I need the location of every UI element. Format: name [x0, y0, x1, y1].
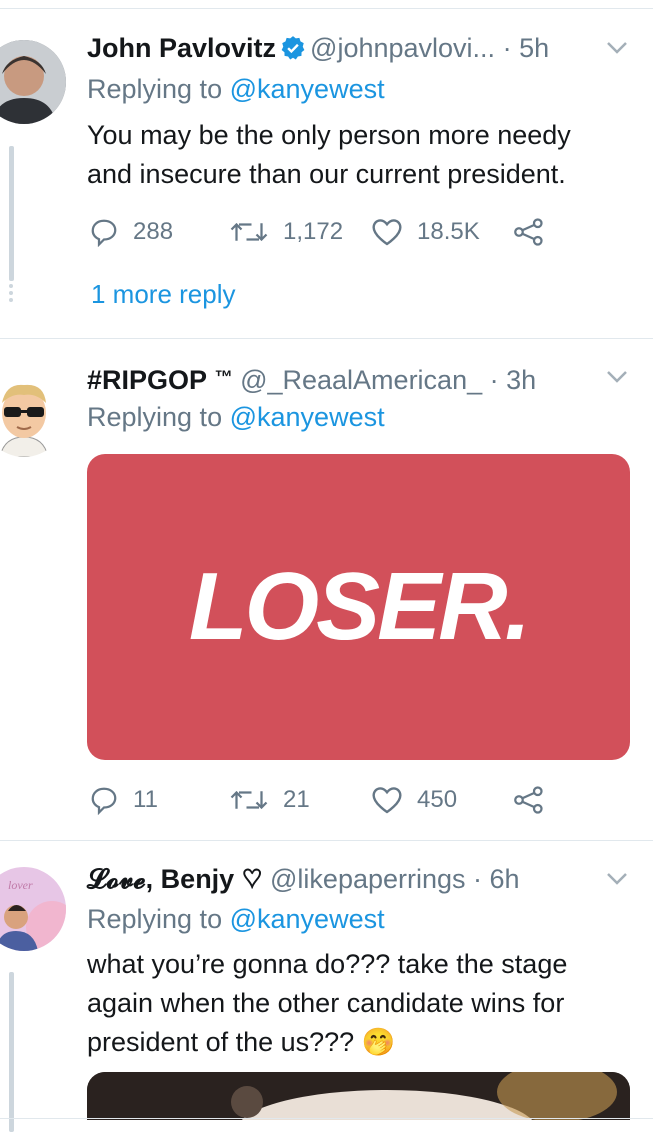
mention-link[interactable]: @kanyewest [230, 74, 385, 104]
verified-badge-icon [280, 32, 306, 72]
thread-line [9, 972, 14, 1132]
mention-link[interactable]: @kanyewest [230, 904, 385, 934]
handle[interactable]: @_ReaalAmerican_ [240, 365, 482, 395]
avatar[interactable] [0, 40, 66, 124]
retweet-icon [230, 790, 268, 810]
share-button[interactable] [512, 780, 560, 820]
reply-count: 11 [133, 786, 158, 813]
like-count: 450 [417, 786, 458, 813]
tweet-ripgop[interactable]: #RIPGOP ™ @_ReaalAmerican_ · 3h Replying… [0, 355, 653, 825]
thread-dots [8, 284, 14, 305]
replying-to: Replying to @kanyewest [87, 69, 385, 109]
replying-to-label: Replying to [87, 74, 223, 104]
tweet-text-line: president of the us??? 🤭 [87, 1027, 396, 1057]
trademark-symbol: ™ [214, 367, 233, 387]
media-image-text: LOSER. [188, 553, 531, 660]
timestamp[interactable]: · 5h [503, 33, 550, 63]
tweet-header: #RIPGOP ™ @_ReaalAmerican_ · 3h [87, 357, 536, 397]
like-button[interactable]: 18.5K [371, 212, 480, 252]
heart-icon [372, 219, 402, 246]
reply-icon [91, 219, 117, 247]
like-button[interactable]: 450 [371, 780, 457, 820]
chevron-down-icon[interactable] [604, 869, 630, 889]
reply-button[interactable]: 288 [89, 212, 173, 252]
divider [0, 338, 653, 339]
timestamp[interactable]: · 3h [490, 365, 537, 395]
tweet-text-line: You may be the only person more needy [87, 120, 571, 150]
retweet-button[interactable]: 1,172 [229, 212, 343, 252]
chevron-down-icon[interactable] [604, 367, 630, 387]
bottom-divider [0, 1118, 653, 1119]
more-reply-link[interactable]: 1 more reply [91, 276, 236, 312]
retweet-button[interactable]: 21 [229, 780, 310, 820]
top-divider [0, 8, 653, 9]
display-name[interactable]: John Pavlovitz [87, 33, 276, 63]
like-count: 18.5K [417, 218, 480, 245]
retweet-icon [230, 222, 268, 242]
mention-link[interactable]: @kanyewest [230, 402, 385, 432]
chevron-down-icon[interactable] [604, 38, 630, 58]
svg-text:lover: lover [8, 878, 33, 892]
avatar[interactable]: lover [0, 867, 66, 951]
handle[interactable]: @likepaperrings [270, 864, 466, 894]
display-name[interactable]: 𝓛𝓸𝓿𝓮, Benjy ♡ [87, 864, 263, 894]
display-name[interactable]: #RIPGOP [87, 365, 207, 395]
share-icon [514, 218, 543, 246]
handle[interactable]: @johnpavlovi... [310, 33, 495, 63]
avatar[interactable] [0, 373, 66, 457]
replying-to-label: Replying to [87, 402, 223, 432]
heart-icon [372, 787, 402, 814]
share-icon [514, 786, 543, 814]
action-bar: 288 1,172 18.5K [87, 212, 632, 252]
reply-icon [91, 787, 117, 815]
action-bar: 11 21 450 [87, 780, 632, 820]
share-button[interactable] [512, 212, 560, 252]
media-image[interactable] [87, 1072, 630, 1120]
divider [0, 840, 653, 841]
reply-count: 288 [133, 218, 174, 245]
tweet-header: 𝓛𝓸𝓿𝓮, Benjy ♡ @likepaperrings · 6h [87, 859, 520, 899]
tweet-text: what you’re gonna do??? take the stage a… [87, 945, 632, 1062]
retweet-count: 21 [283, 786, 310, 813]
media-image[interactable]: LOSER. [87, 454, 630, 760]
replying-to-label: Replying to [87, 904, 223, 934]
timestamp[interactable]: · 6h [473, 864, 520, 894]
replying-to: Replying to @kanyewest [87, 899, 385, 939]
tweet-text-line: what you’re gonna do??? take the stage [87, 949, 568, 979]
tweet-header: John Pavlovitz @johnpavlovi... · 5h [87, 28, 549, 68]
tweet-text-line: and insecure than our current president. [87, 159, 566, 189]
replying-to: Replying to @kanyewest [87, 397, 385, 437]
tweet-benjy[interactable]: lover 𝓛𝓸𝓿𝓮, Benjy ♡ @likepaperrings · 6h… [0, 857, 653, 1132]
tweet-john-pavlovitz[interactable]: John Pavlovitz @johnpavlovi... · 5h Reply… [0, 26, 653, 336]
reply-button[interactable]: 11 [89, 780, 158, 820]
tweet-text: You may be the only person more needy an… [87, 116, 632, 194]
thread-line [9, 146, 14, 281]
tweet-text-line: again when the other candidate wins for [87, 988, 565, 1018]
retweet-count: 1,172 [283, 218, 344, 245]
